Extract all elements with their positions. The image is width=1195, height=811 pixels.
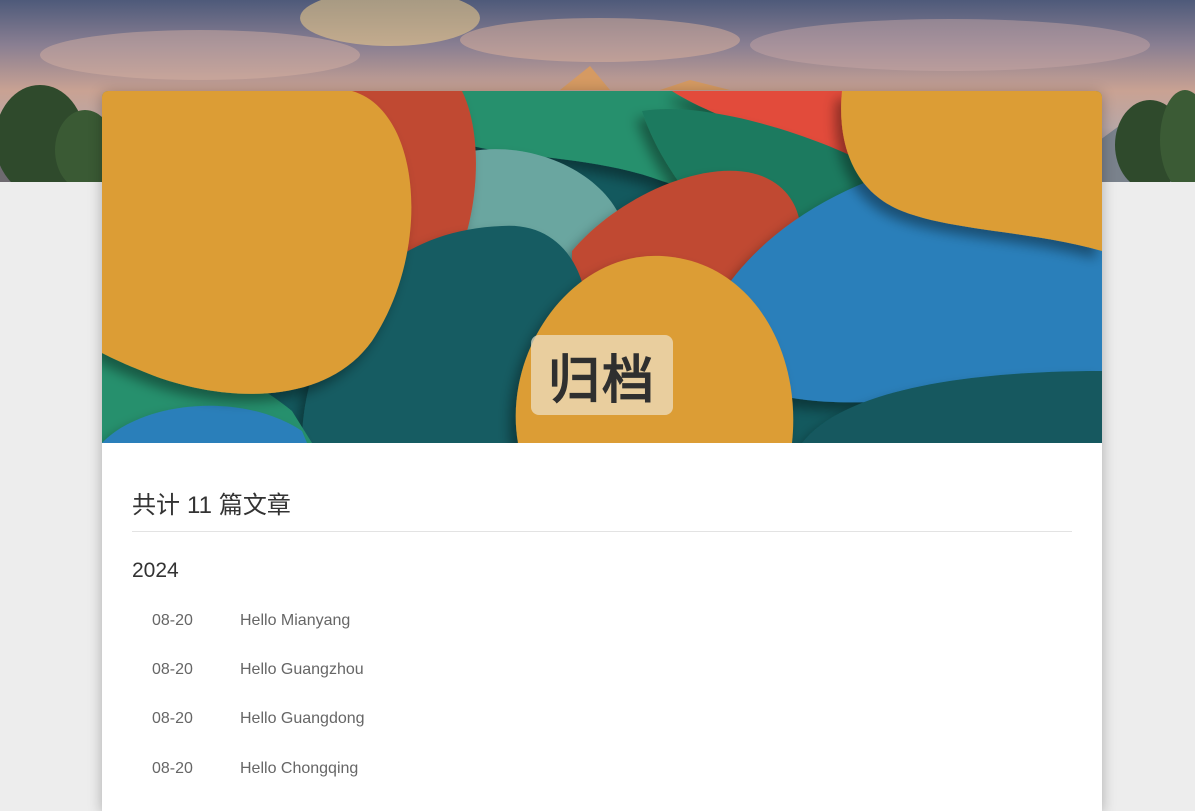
post-date: 08-20: [152, 759, 193, 777]
archive-card: 归档 共计 11 篇文章 2024 08-20 Hello Mianyang 0…: [102, 91, 1102, 811]
post-count-prefix: 共计: [132, 492, 180, 519]
post-title-link[interactable]: Hello Guangdong: [240, 710, 365, 728]
archive-content: 共计 11 篇文章 2024 08-20 Hello Mianyang 08-2…: [132, 443, 1072, 793]
post-count-number: 11: [187, 492, 212, 519]
archive-post-list: 08-20 Hello Mianyang 08-20 Hello Guangzh…: [152, 596, 1072, 793]
post-title-link[interactable]: Hello Mianyang: [240, 612, 350, 630]
post-date: 08-20: [152, 611, 193, 629]
post-count-heading: 共计 11 篇文章: [132, 491, 1072, 532]
archive-post-item: 08-20 Hello Guangdong: [152, 695, 1072, 744]
page-title: 归档: [531, 335, 673, 415]
archive-year: 2024: [132, 559, 179, 582]
post-title-link[interactable]: Hello Chongqing: [240, 760, 358, 778]
post-title-link[interactable]: Hello Guangzhou: [240, 661, 364, 679]
post-date: 08-20: [152, 660, 193, 678]
archive-post-item: 08-20 Hello Mianyang: [152, 596, 1072, 645]
archive-post-item: 08-20 Hello Chongqing: [152, 744, 1072, 793]
archive-post-item: 08-20 Hello Guangzhou: [152, 645, 1072, 694]
post-date: 08-20: [152, 710, 193, 728]
post-count-suffix: 篇文章: [218, 492, 291, 519]
cover-image: 归档: [102, 91, 1102, 443]
